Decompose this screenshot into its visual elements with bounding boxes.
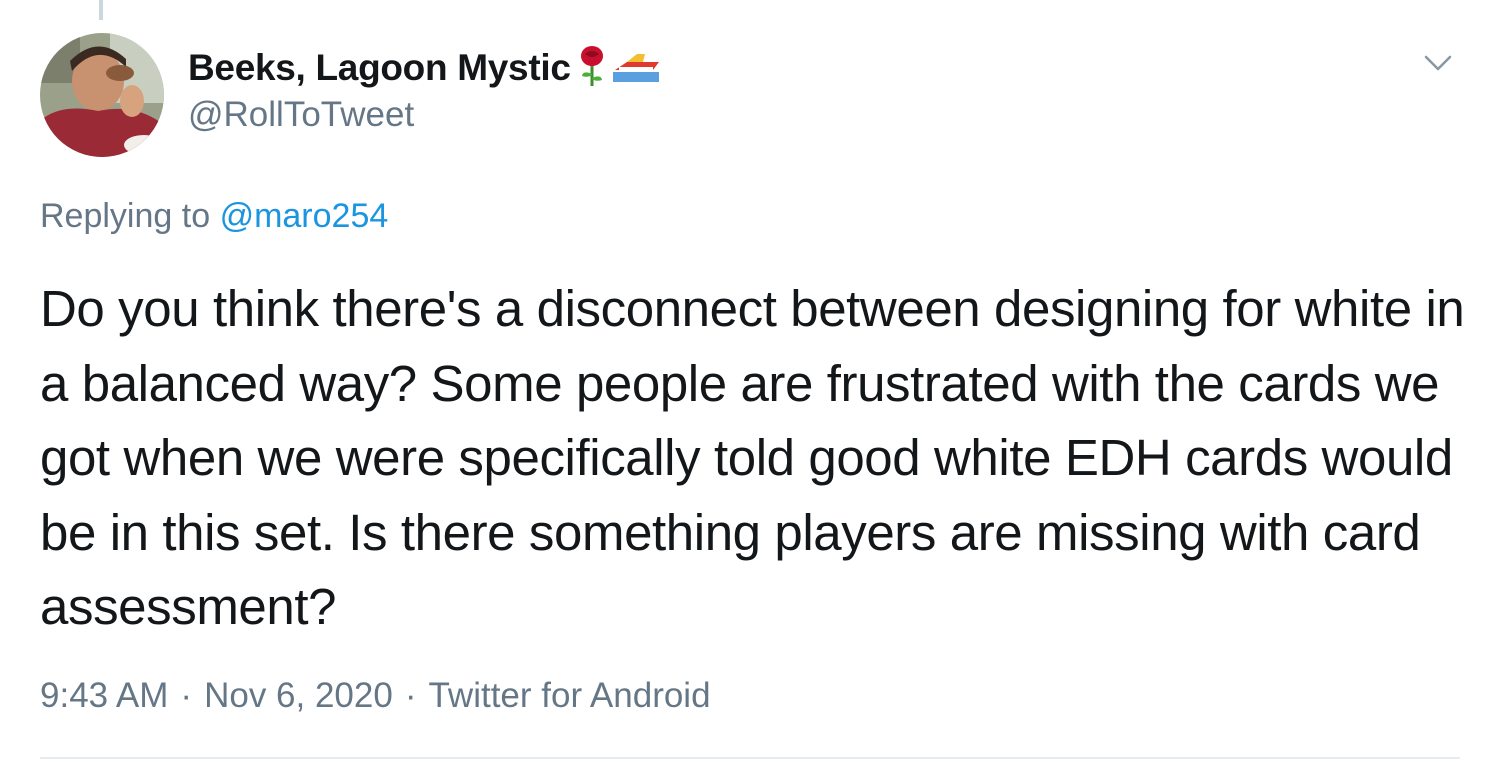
tweet-text: Do you think there's a disconnect betwee… [40, 280, 1465, 635]
reply-mention-link[interactable]: @maro254 [220, 197, 389, 235]
tweet-meta: 9:43 AM · Nov 6, 2020 · Twitter for Andr… [40, 676, 711, 716]
tweet-detail: Beeks, Lagoon Mystic @RollToTweet Replyi… [0, 0, 1500, 762]
tweet-date[interactable]: Nov 6, 2020 [204, 676, 393, 716]
meta-separator: · [404, 676, 417, 715]
divider [40, 757, 1460, 759]
author-handle[interactable]: @RollToTweet [188, 95, 414, 135]
speedboat-emoji [612, 50, 659, 87]
thread-connector-line [99, 0, 103, 20]
reply-context-prefix: Replying to [40, 197, 211, 235]
author-name-row[interactable]: Beeks, Lagoon Mystic [188, 44, 659, 92]
tweet-source-link[interactable]: Twitter for Android [428, 676, 710, 716]
tweet-menu-button[interactable] [1418, 46, 1458, 80]
tweet-time[interactable]: 9:43 AM [40, 676, 168, 716]
chevron-down-icon [1424, 55, 1452, 71]
rose-emoji [579, 45, 605, 91]
avatar[interactable] [40, 33, 164, 157]
display-name[interactable]: Beeks, Lagoon Mystic [188, 47, 571, 89]
meta-separator: · [180, 676, 193, 715]
reply-context: Replying to @maro254 [40, 197, 388, 236]
